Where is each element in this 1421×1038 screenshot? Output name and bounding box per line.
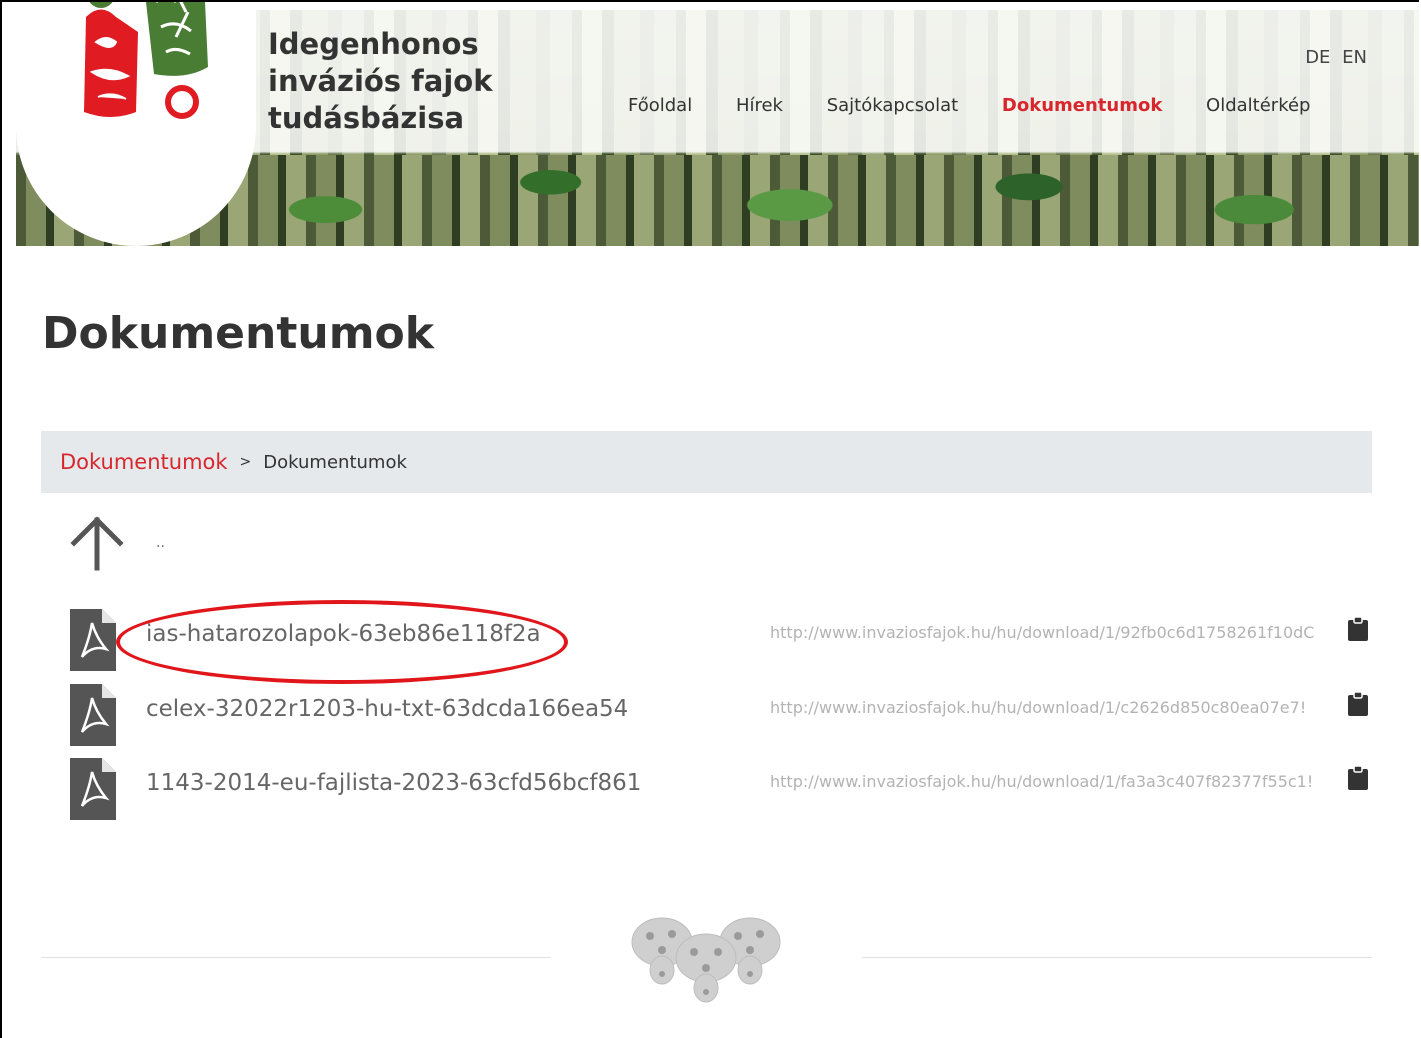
footer-divider — [862, 957, 1372, 958]
language-switcher: DE EN — [1299, 47, 1367, 68]
site-title-line: tudásbázisa — [268, 101, 465, 135]
parent-directory-link[interactable]: .. — [68, 514, 165, 572]
site-title[interactable]: Idegenhonos inváziós fajok tudásbázisa — [268, 26, 493, 137]
nav-item-sajtokapcsolat[interactable]: Sajtókapcsolat — [827, 95, 958, 116]
clipboard-icon[interactable] — [1348, 617, 1368, 641]
nav-item-oldalterkep[interactable]: Oldaltérkép — [1206, 95, 1310, 116]
breadcrumb-link[interactable]: Dokumentumok — [60, 450, 228, 474]
arrow-up-icon — [70, 516, 124, 571]
clipboard-icon[interactable] — [1348, 766, 1368, 790]
file-download-url: http://www.invaziosfajok.hu/hu/download/… — [770, 623, 1315, 642]
breadcrumb: Dokumentumok > Dokumentumok — [41, 431, 1372, 493]
site-title-line: Idegenhonos — [268, 27, 479, 61]
file-name-link[interactable]: celex-32022r1203-hu-txt-63dcda166ea54 — [146, 696, 628, 722]
parent-directory-label: .. — [156, 535, 165, 551]
site-title-line: inváziós fajok — [268, 64, 493, 98]
clipboard-icon[interactable] — [1348, 692, 1368, 716]
breadcrumb-separator: > — [239, 454, 252, 470]
footer-divider — [41, 957, 551, 958]
file-download-url: http://www.invaziosfajok.hu/hu/download/… — [770, 772, 1314, 791]
lang-de-link[interactable]: DE — [1305, 47, 1330, 68]
nav-item-hirek[interactable]: Hírek — [736, 95, 783, 116]
file-download-url: http://www.invaziosfajok.hu/hu/download/… — [770, 698, 1307, 717]
browser-viewport: Idegenhonos inváziós fajok tudásbázisa D… — [0, 0, 1419, 1038]
lang-en-link[interactable]: EN — [1342, 47, 1367, 68]
file-name-link[interactable]: 1143-2014-eu-fajlista-2023-63cfd56bcf861 — [146, 770, 641, 796]
logo-badge[interactable] — [16, 2, 256, 246]
pdf-icon[interactable] — [70, 758, 118, 820]
nav-item-dokumentumok[interactable]: Dokumentumok — [1002, 95, 1162, 116]
ladybug-logo-icon — [631, 917, 781, 1003]
site-logo-icon — [84, 2, 208, 119]
breadcrumb-current: Dokumentumok — [263, 451, 407, 473]
red-highlight-ellipse — [116, 600, 568, 684]
pdf-icon[interactable] — [70, 609, 118, 671]
nav-item-fooldal[interactable]: Főoldal — [628, 95, 692, 116]
file-row: 1143-2014-eu-fajlista-2023-63cfd56bcf861… — [70, 758, 1370, 822]
page-title: Dokumentumok — [42, 308, 435, 359]
main-nav: Főoldal Hírek Sajtókapcsolat Dokumentumo… — [628, 95, 1349, 116]
file-row: celex-32022r1203-hu-txt-63dcda166ea54 ht… — [70, 684, 1370, 748]
pdf-icon[interactable] — [70, 684, 118, 746]
